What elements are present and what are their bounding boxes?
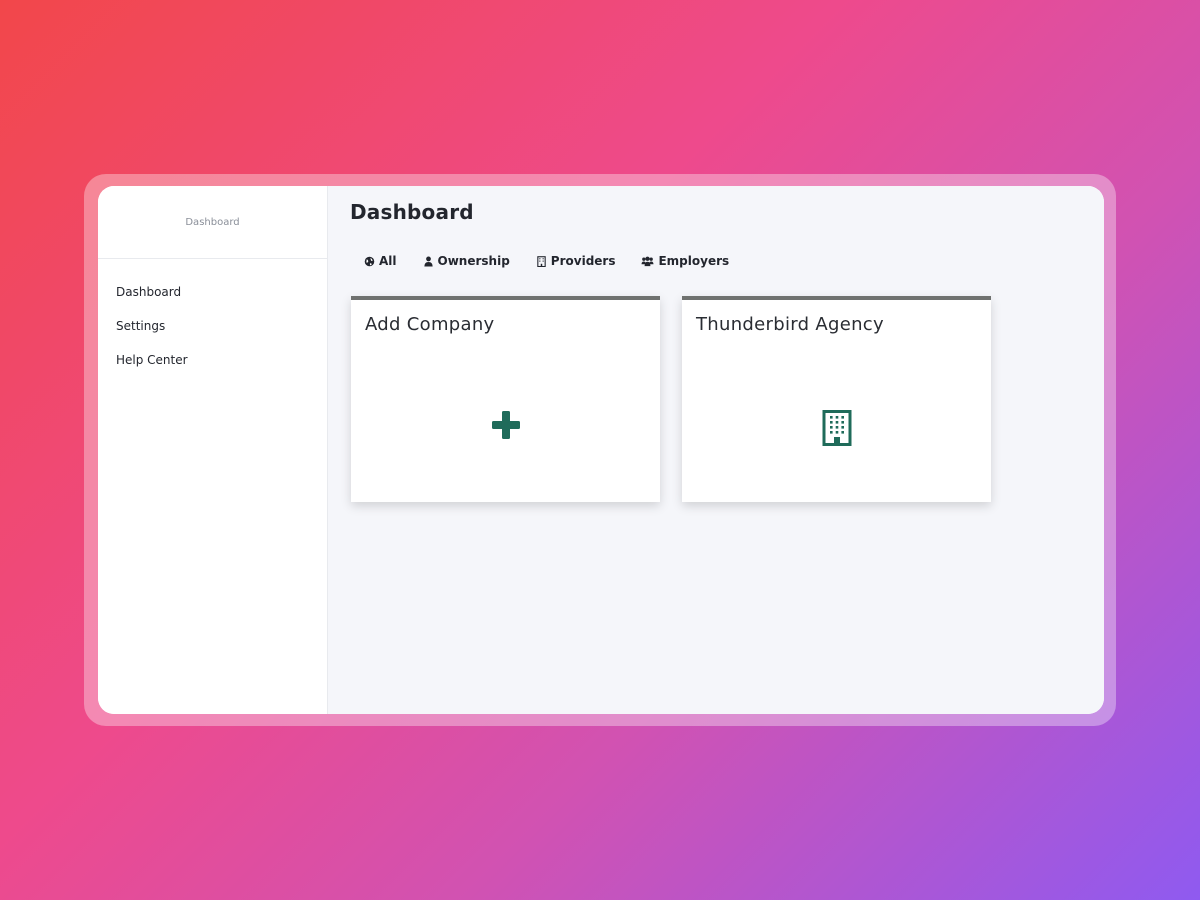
globe-icon [364,256,375,266]
tab-providers[interactable]: Providers [536,254,616,268]
tab-label: All [379,254,397,268]
sidebar: Dashboard Dashboard Settings Help Center [98,186,328,714]
filter-tabs: All Ownership Providers Employers [364,254,1082,268]
tab-all[interactable]: All [364,254,397,268]
building-icon [537,255,546,267]
users-icon [642,256,654,266]
plus-icon [491,410,521,444]
tab-label: Providers [550,254,616,268]
app-window: Dashboard Dashboard Settings Help Center… [98,186,1104,714]
main-content: Dashboard All Ownership Providers Employ… [328,186,1104,714]
building-icon [822,410,852,450]
sidebar-header: Dashboard [98,186,327,259]
sidebar-nav: Dashboard Settings Help Center [98,259,327,387]
card-title: Thunderbird Agency [696,314,884,335]
sidebar-item-settings[interactable]: Settings [98,319,327,353]
add-company-card[interactable]: Add Company [351,296,660,502]
page-title: Dashboard [350,200,474,224]
user-icon [423,256,433,267]
company-cards: Add Company Thunderbird Agency [351,296,1082,502]
sidebar-item-help-center[interactable]: Help Center [98,353,327,387]
company-card-thunderbird[interactable]: Thunderbird Agency [682,296,991,502]
tab-label: Ownership [437,254,510,268]
tab-ownership[interactable]: Ownership [423,254,510,268]
card-title: Add Company [365,314,495,335]
sidebar-item-dashboard[interactable]: Dashboard [98,285,327,319]
tab-label: Employers [658,254,730,268]
tab-employers[interactable]: Employers [641,254,729,268]
